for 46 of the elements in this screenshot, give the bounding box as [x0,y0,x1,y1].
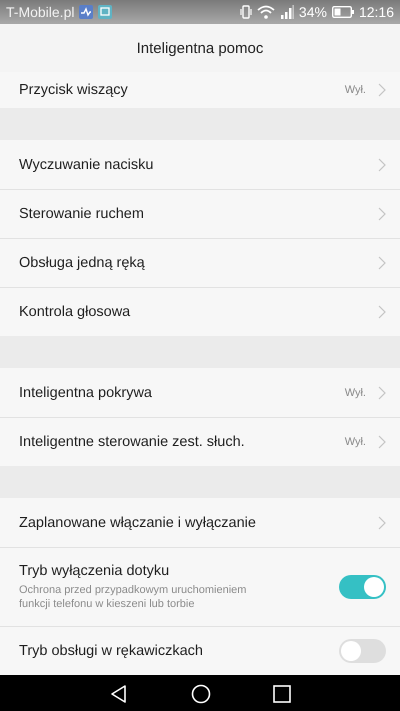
row-label: Inteligentna pokrywa [19,384,153,400]
settings-row[interactable]: Tryb wyłączenia dotyku Ochrona przed przypadkowym uruchomieniem funkcji telefonu w kieszeni lub torbie [0,547,400,626]
settings-row[interactable]: Obsługa jedną ręką [0,238,400,287]
settings-row[interactable]: Inteligentna pokrywa Wył. [0,368,400,417]
row-label: Tryb obsługi w rękawiczkach [19,643,204,659]
chevron-right-icon [378,256,386,270]
row-label: Inteligentne sterowanie zest. słuch. [19,434,246,450]
toggle-switch[interactable] [339,575,386,599]
settings-row[interactable]: Inteligentne sterowanie zest. słuch. Wył. [0,417,400,466]
row-value: Wył. [344,84,366,96]
chevron-right-icon [378,305,386,319]
chevron-right-icon [378,207,386,221]
battery-percent: 34% [298,4,327,20]
row-label: Obsługa jedną ręką [19,255,146,271]
chevron-right-icon [378,516,386,530]
row-label: Kontrola głosowa [19,304,132,320]
row-label: Przycisk wiszący [19,82,129,98]
notification-icon [79,5,94,19]
chevron-right-icon [378,158,386,172]
chevron-right-icon [378,435,386,449]
vibrate-icon [240,5,252,19]
toggle-switch[interactable] [339,639,386,663]
settings-row[interactable]: Zaplanowane włączanie i wyłączanie [0,498,400,547]
settings-row[interactable]: Przycisk wiszący Wył. [0,72,400,108]
home-icon[interactable] [191,684,211,704]
row-value: Wył. [344,386,366,398]
back-icon[interactable] [109,684,129,704]
wifi-icon [256,5,275,19]
row-value: Wył. [344,436,366,448]
row-label: Wyczuwanie nacisku [19,156,154,172]
carrier-name: T-Mobile.pl [6,4,74,20]
row-label: Sterowanie ruchem [19,206,145,222]
settings-row[interactable]: Sterowanie ruchem [0,189,400,238]
notification-icon [98,5,112,19]
settings-row[interactable]: Wyczuwanie nacisku [0,140,400,189]
chevron-right-icon [378,83,386,97]
row-label: Zaplanowane włączanie i wyłączanie [19,514,257,530]
row-description: Ochrona przed przypadkowym uruchomieniem funkcji telefonu w kieszeni lub torbie [19,583,248,611]
signal-icon [280,5,294,19]
chevron-right-icon [378,386,386,400]
battery-icon [332,6,354,18]
row-label: Tryb wyłączenia dotyku [19,563,170,579]
clock-time: 12:16 [358,4,394,20]
settings-row[interactable]: Kontrola głosowa [0,287,400,336]
recent-apps-icon[interactable] [273,684,291,702]
screen-title: Inteligentna pomoc [136,40,264,56]
